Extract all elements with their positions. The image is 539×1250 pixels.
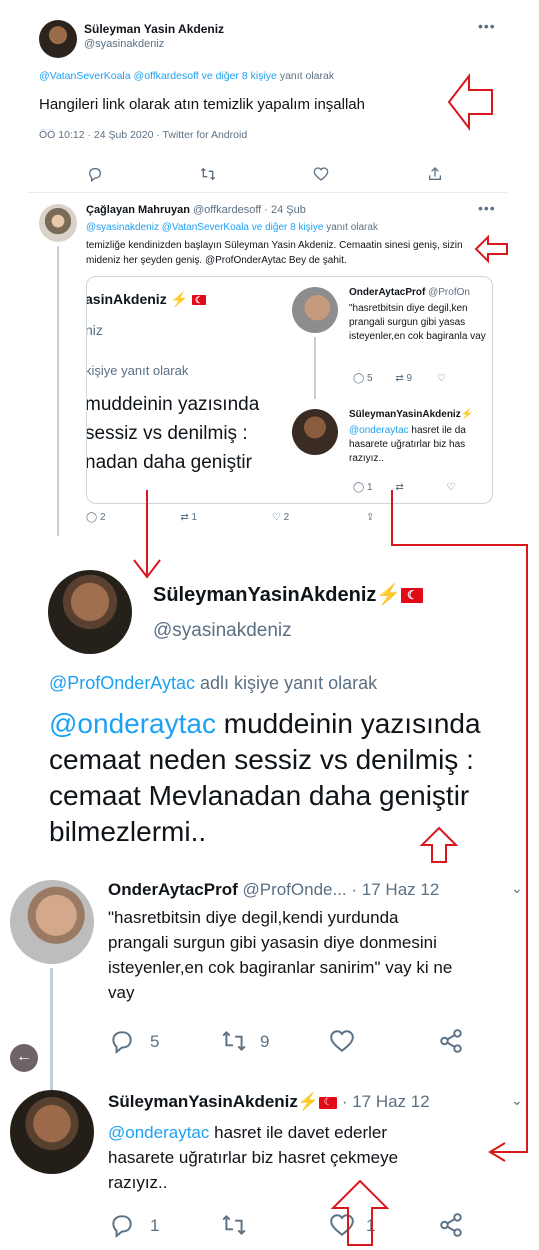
zoom-text-line: cemaat neden sessiz vs denilmiş : [49, 744, 474, 775]
reply2-date[interactable]: · 17 Haz 12 [342, 1092, 430, 1111]
zoom-text-line: cemaat Mevlanadan daha geniştir [49, 780, 470, 811]
avatar[interactable] [10, 880, 94, 964]
retweet-icon[interactable] [218, 1212, 250, 1238]
annotation-arrow-up-2 [330, 1179, 390, 1246]
reply2-action-bar: 1 1 [108, 1212, 488, 1242]
reply1-replies: 5 [150, 1032, 160, 1051]
lightning-icon: ⚡ [376, 584, 402, 606]
zoom-mention[interactable]: @onderaytac [49, 708, 216, 739]
reply2-replies: 1 [150, 1216, 160, 1235]
reply1-date[interactable]: · 17 Haz 12 [351, 880, 439, 899]
turkey-flag-icon: ☾ [401, 588, 424, 604]
reply1-retweets: 9 [260, 1032, 270, 1051]
zoom-reply-context: @ProfOnderAytac adlı kişiye yanıt olarak [49, 673, 377, 694]
reply-icon[interactable] [108, 1212, 136, 1238]
reply1-text-line: isteyenler,en cok bagiranlar sanirim" va… [108, 958, 453, 977]
zoom-text-line: muddeinin yazısında [223, 708, 481, 739]
reply2-text-line: hasarete uğratırlar biz hasret çekmeye [108, 1148, 399, 1167]
share-icon[interactable] [438, 1028, 464, 1054]
retweet-icon[interactable] [218, 1028, 250, 1054]
thread-line [50, 968, 53, 1098]
reply1-handle[interactable]: @ProfOnde... [242, 880, 346, 899]
reply2-name[interactable]: SüleymanYasinAkdeniz [108, 1092, 298, 1111]
zoom-author-name[interactable]: SüleymanYasinAkdeniz [153, 584, 376, 606]
reply-icon[interactable] [108, 1028, 136, 1054]
reply1-text-line: vay [108, 983, 135, 1002]
like-icon[interactable] [328, 1028, 356, 1054]
zoom-author-handle[interactable]: @syasinakdeniz [153, 620, 292, 642]
reply2-text-line: hasret ile davet ederler [214, 1123, 388, 1142]
annotation-arrow-up-1 [419, 826, 459, 863]
share-icon[interactable] [438, 1212, 464, 1238]
zoom-reply-suffix: adlı kişiye yanıt olarak [200, 673, 378, 693]
reply1-text: "hasretbitsin diye degil,kendi yurdunda … [108, 905, 452, 1005]
reply1-text-line: "hasretbitsin diye degil,kendi yurdunda [108, 908, 399, 927]
chevron-down-icon[interactable]: ⌄ [511, 1092, 523, 1109]
avatar[interactable] [10, 1090, 94, 1174]
zoom-text-line: bilmezlermi.. [49, 816, 207, 847]
avatar[interactable] [48, 570, 132, 654]
reply1-text-line: prangali surgun gibi yasasin diye donmes… [108, 933, 437, 952]
reply2-mention[interactable]: @onderaytac [108, 1123, 209, 1142]
reply1-action-bar: 5 9 [108, 1028, 488, 1058]
zoom-tweet-text: @onderaytac muddeinin yazısında cemaat n… [49, 706, 481, 850]
reply1-name[interactable]: OnderAytacProf [108, 880, 238, 899]
chevron-down-icon[interactable]: ⌄ [511, 880, 523, 897]
lightning-icon: ⚡ [297, 1092, 320, 1111]
turkey-flag-icon: ☾ [319, 1096, 338, 1109]
back-button[interactable]: ← [10, 1044, 38, 1072]
zoom-reply-mention[interactable]: @ProfOnderAytac [49, 673, 195, 693]
